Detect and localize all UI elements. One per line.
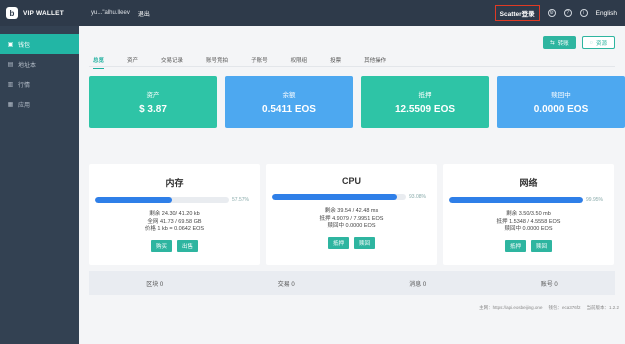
logout-link[interactable]: 退出	[138, 9, 150, 18]
info-line: 全网 41.73 / 69.58 GB	[147, 218, 202, 225]
stat-card-assets: 资产 $ 3.87	[89, 76, 217, 128]
resource-cards: 内存 57.57% 剩余 24.30/ 41.20 kb 全网 41.73 / …	[89, 164, 614, 265]
sidebar-item-label: 钱包	[18, 42, 31, 49]
progress-fill	[449, 197, 583, 203]
sidebar-item-label: 地址本	[18, 62, 37, 69]
stat-label: 资产	[146, 92, 160, 99]
stat-label: 抵押	[418, 92, 432, 99]
info-line: 抵押 1.5348 / 4.5558 EOS	[496, 218, 561, 225]
info-line: 赎回中 0.0000 EOS	[327, 223, 376, 229]
resource-title: 内存	[165, 178, 184, 188]
stat-label: 余额	[282, 92, 296, 99]
info-line: 剩余 3.50/3.50 mb	[506, 211, 551, 217]
sidebar-item-apps[interactable]: ▦ 应用	[0, 94, 79, 114]
account-name: yu..."alhu.lleev	[91, 10, 130, 16]
chart-icon: ▥	[7, 81, 14, 88]
apps-icon: ▦	[7, 101, 14, 108]
summary-messages: 消息 0	[409, 281, 427, 288]
progress-percent: 93.08%	[409, 194, 426, 200]
resource-info: 剩余 3.50/3.50 mb 抵押 1.5348 / 4.5558 EOS 赎…	[497, 211, 561, 234]
footer: 主网：https://api.eosbeijing.one 钱包：eca376f…	[479, 305, 619, 311]
summary-transactions: 交易 0	[277, 281, 295, 288]
resource-card-ram: 内存 57.57% 剩余 24.30/ 41.20 kb 全网 41.73 / …	[89, 164, 260, 265]
progress-percent: 99.95%	[586, 197, 603, 203]
unstake-cpu-button[interactable]: 赎回	[354, 236, 376, 249]
tab-divider	[89, 66, 615, 67]
stat-card-refunding: 赎回中 0.0000 EOS	[497, 76, 625, 128]
stat-label: 赎回中	[551, 92, 571, 99]
help-icon[interactable]: ?	[563, 9, 572, 17]
sell-ram-button[interactable]: 出售	[177, 239, 199, 252]
resource-info: 剩余 39.54 / 42.48 ms 抵押 4.9079 / 7.9951 E…	[320, 208, 384, 231]
brand[interactable]: b VIP WALLET	[0, 0, 79, 26]
progress-fill	[272, 194, 397, 200]
stat-value: 12.5509 EOS	[394, 104, 456, 115]
buy-ram-button[interactable]: 购买	[150, 239, 172, 252]
scatter-login-button[interactable]: Scatter登录	[494, 5, 540, 21]
resource-card-net: 网络 99.95% 剩余 3.50/3.50 mb 抵押 1.5348 / 4.…	[443, 164, 614, 265]
info-icon[interactable]: i	[579, 9, 588, 17]
resources-button[interactable]: ◌ 资源	[581, 36, 615, 49]
sidebar-item-label: 行情	[18, 82, 31, 89]
sidebar: ▣ 钱包 ▤ 地址本 ▥ 行情 ▦ 应用	[0, 26, 79, 344]
transfer-label: 转账	[557, 40, 569, 47]
stat-cards: 资产 $ 3.87 余额 0.5411 EOS 抵押 12.5509 EOS 赎…	[89, 76, 625, 128]
sidebar-item-market[interactable]: ▥ 行情	[0, 74, 79, 94]
action-buttons: ⇆ 转账 ◌ 资源	[543, 36, 615, 49]
resource-info: 剩余 24.30/ 41.20 kb 全网 41.73 / 69.58 GB 价…	[145, 211, 204, 234]
resources-icon: ◌	[589, 39, 593, 46]
progress-percent: 57.57%	[232, 197, 249, 203]
progress-bar: 99.95%	[449, 197, 608, 203]
language-switch[interactable]: English	[596, 10, 617, 17]
sidebar-item-wallet[interactable]: ▣ 钱包	[0, 34, 79, 54]
stake-net-button[interactable]: 抵押	[504, 239, 526, 252]
app-name: VIP WALLET	[23, 9, 64, 17]
wallet-icon: ▣	[7, 41, 14, 48]
progress-bar: 93.08%	[272, 194, 431, 200]
summary-blocks: 区块 0	[146, 281, 164, 288]
stat-card-balance: 余额 0.5411 EOS	[225, 76, 353, 128]
footer-version: 当前版本：1.2.2	[586, 305, 619, 310]
resource-title: CPU	[341, 176, 361, 186]
summary-accounts: 账号 0	[540, 281, 558, 288]
progress-bar: 57.57%	[95, 197, 254, 203]
address-book-icon: ▤	[7, 61, 14, 68]
resource-buttons: 购买 出售	[150, 239, 199, 252]
progress-fill	[95, 197, 173, 203]
unstake-net-button[interactable]: 赎回	[531, 239, 553, 252]
stat-value: 0.5411 EOS	[262, 104, 316, 115]
resource-buttons: 抵押 赎回	[327, 236, 376, 249]
info-line: 剩余 24.30/ 41.20 kb	[149, 211, 200, 217]
resource-card-cpu: CPU 93.08% 剩余 39.54 / 42.48 ms 抵押 4.9079…	[266, 164, 437, 265]
stat-value: 0.0000 EOS	[533, 104, 589, 115]
transfer-button[interactable]: ⇆ 转账	[543, 36, 576, 49]
stake-cpu-button[interactable]: 抵押	[327, 236, 349, 249]
top-bar: b VIP WALLET yu..."alhu.lleev 退出 Scatter…	[0, 0, 625, 26]
stat-value: $ 3.87	[139, 104, 167, 115]
logo-icon: b	[6, 7, 18, 19]
sidebar-item-label: 应用	[18, 102, 31, 109]
footer-mainnet: 主网：https://api.eosbeijing.one	[479, 305, 543, 310]
top-right-controls: Scatter登录 ⚙ ? i English	[494, 5, 625, 21]
info-line: 剩余 39.54 / 42.48 ms	[324, 208, 379, 214]
main-content: ⇆ 转账 ◌ 资源 总览 资产 交易记录 账号竞拍 子账号 权限组 投票 其他操…	[79, 26, 625, 344]
transfer-icon: ⇆	[550, 39, 555, 46]
resources-label: 资源	[595, 40, 607, 47]
account-area: yu..."alhu.lleev 退出	[91, 9, 150, 18]
resource-buttons: 抵押 赎回	[504, 239, 553, 252]
footer-wallet: 钱包：eca376f2	[548, 305, 581, 310]
chain-summary: 区块 0 交易 0 消息 0 账号 0	[89, 271, 615, 295]
info-line: 赎回中 0.0000 EOS	[504, 226, 553, 232]
info-line: 抵押 4.9079 / 7.9951 EOS	[319, 215, 384, 222]
gear-icon[interactable]: ⚙	[547, 9, 556, 17]
stat-card-staked: 抵押 12.5509 EOS	[361, 76, 489, 128]
resource-title: 网络	[519, 178, 538, 188]
sidebar-item-address-book[interactable]: ▤ 地址本	[0, 54, 79, 74]
info-line: 价格 1 kb = 0.0642 EOS	[144, 226, 205, 232]
